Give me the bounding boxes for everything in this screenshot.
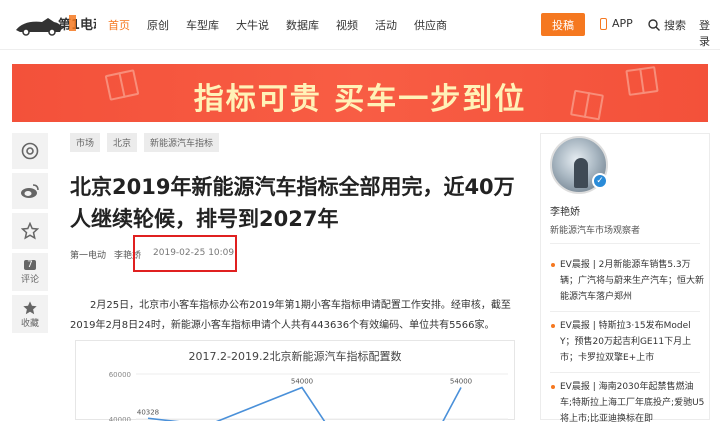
- nav-database[interactable]: 数据库: [286, 17, 319, 33]
- article-paragraph: 2月25日，北京市小客车指标办公布2019年第1期小客车指标申请配置工作安排。经…: [70, 300, 511, 331]
- favorite-label: 收藏: [20, 318, 39, 329]
- news-item[interactable]: EV晨报 | 特斯拉3·15发布Model Y；预售20万起吉利GE11下月上市…: [550, 318, 705, 366]
- tag-beijing[interactable]: 北京: [107, 133, 138, 152]
- share-toolbar: 7 评论 收藏: [12, 133, 48, 337]
- article-source[interactable]: 第一电动: [70, 248, 106, 261]
- favorite-button[interactable]: 收藏: [12, 295, 48, 333]
- app-download-link[interactable]: APP: [600, 17, 633, 30]
- phone-icon: [600, 17, 607, 30]
- nav-car-models[interactable]: 车型库: [186, 17, 219, 33]
- article-tags: 市场 北京 新能源汽车指标: [70, 133, 226, 152]
- banner-text: 指标可贵 买车一步到位: [193, 82, 527, 117]
- author-description: 新能源汽车市场观察者: [550, 226, 641, 236]
- login-link[interactable]: 登录: [699, 17, 720, 49]
- site-logo[interactable]: 第1电动: [14, 12, 96, 38]
- article-title: 北京2019年新能源汽车指标全部用完，近40万人继续轮候，排号到2027年: [70, 175, 515, 231]
- chart-data-label: 40328: [137, 408, 159, 416]
- chart-data-label: 54000: [291, 378, 313, 386]
- tag-nev-quota[interactable]: 新能源汽车指标: [144, 133, 220, 152]
- tag-market[interactable]: 市场: [70, 133, 101, 152]
- chart-data-label: 54000: [450, 378, 472, 386]
- star-filled-icon: [23, 300, 37, 314]
- chart-series-line: [147, 386, 462, 421]
- chart-y-tick-label: 60000: [109, 371, 131, 379]
- svg-text:第1电动: 第1电动: [58, 17, 96, 33]
- like-button[interactable]: [12, 213, 48, 249]
- comment-label: 评论: [20, 274, 39, 285]
- nav-events[interactable]: 活动: [375, 17, 397, 33]
- comment-button[interactable]: 7 评论: [12, 253, 48, 291]
- camera-aperture-icon: [21, 142, 39, 160]
- related-news-list: EV晨报 | 2月新能源车销售5.3万辆；广汽将与蔚来生产汽车；恒大新能源汽车落…: [550, 257, 705, 437]
- sidebar-divider: [550, 243, 700, 244]
- top-navigation-bar: 第1电动 首页 原创 车型库 大牛说 数据库 视频 活动 供应商 投稿 APP …: [0, 0, 720, 50]
- nav-video[interactable]: 视频: [336, 17, 358, 33]
- chart-canvas: 60000 40000 40328 54000 54000: [109, 371, 508, 421]
- search-button[interactable]: 搜索: [648, 17, 686, 33]
- nav-original[interactable]: 原创: [147, 17, 169, 33]
- date-highlight-box: [133, 235, 237, 272]
- promo-banner[interactable]: 指标可贵 买车一步到位: [12, 64, 708, 122]
- news-item[interactable]: EV晨报 | 2月新能源车销售5.3万辆；广汽将与蔚来生产汽车；恒大新能源汽车落…: [550, 257, 705, 305]
- weibo-share-button[interactable]: [12, 173, 48, 209]
- verified-check-icon: ✓: [592, 173, 608, 189]
- nav-experts[interactable]: 大牛说: [236, 17, 269, 33]
- nav-home[interactable]: 首页: [108, 17, 130, 33]
- star-outline-icon: [21, 222, 39, 240]
- author-name[interactable]: 李艳娇: [550, 203, 580, 218]
- search-label: 搜索: [664, 19, 686, 32]
- quota-chart: 2017.2-2019.2北京新能源汽车指标配置数 60000 40000 4032…: [75, 340, 515, 421]
- nav-suppliers[interactable]: 供应商: [414, 17, 447, 33]
- weibo-icon: [21, 184, 39, 198]
- app-label: APP: [612, 17, 633, 30]
- search-icon: [648, 19, 660, 31]
- submit-article-button[interactable]: 投稿: [541, 13, 585, 36]
- comment-count-badge: 7: [24, 259, 36, 270]
- chart-y-tick-label: 40000: [109, 416, 131, 421]
- moments-share-button[interactable]: [12, 133, 48, 169]
- main-nav: 首页 原创 车型库 大牛说 数据库 视频 活动 供应商: [108, 0, 464, 50]
- author-sidebar: ✓ 李艳娇 新能源汽车市场观察者 EV晨报 | 2月新能源车销售5.3万辆；广汽…: [540, 133, 710, 424]
